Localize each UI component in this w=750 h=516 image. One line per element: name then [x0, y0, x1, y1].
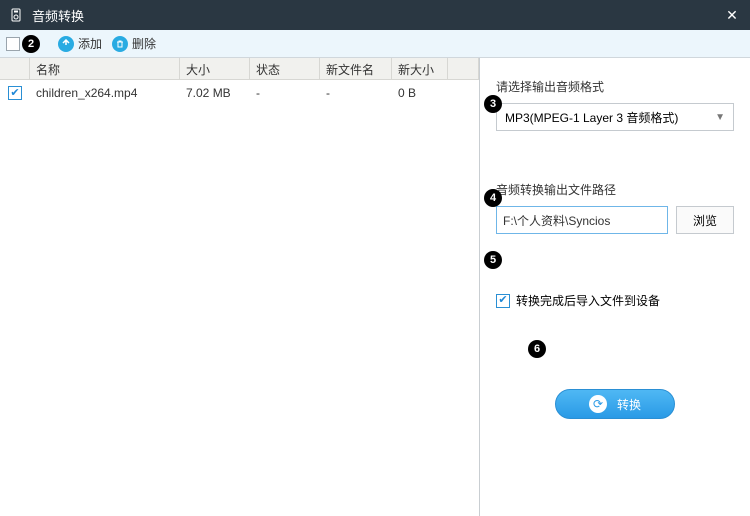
- header-newsize[interactable]: 新大小: [392, 58, 448, 79]
- convert-button[interactable]: ⟳ 转换: [555, 389, 675, 419]
- path-input[interactable]: F:\个人资料\Syncios: [496, 206, 668, 234]
- annotation-badge-6: 6: [528, 340, 546, 358]
- add-label: 添加: [78, 35, 102, 52]
- import-label: 转换完成后导入文件到设备: [516, 292, 660, 309]
- delete-button[interactable]: 删除: [112, 35, 156, 52]
- format-select[interactable]: MP3(MPEG-1 Layer 3 音频格式) ▼: [496, 103, 734, 131]
- titlebar: 音频转换 ✕: [0, 0, 750, 30]
- annotation-badge-5: 5: [484, 251, 502, 269]
- table-header: 名称 大小 状态 新文件名 新大小: [0, 58, 479, 80]
- refresh-icon: ⟳: [589, 395, 607, 413]
- cell-status: -: [250, 82, 320, 104]
- delete-label: 删除: [132, 35, 156, 52]
- close-button[interactable]: ✕: [722, 7, 742, 24]
- row-checkbox[interactable]: [8, 86, 22, 100]
- add-icon: [58, 36, 74, 52]
- format-value: MP3(MPEG-1 Layer 3 音频格式): [505, 109, 678, 126]
- cell-name: children_x264.mp4: [30, 82, 180, 104]
- window-title: 音频转换: [32, 6, 722, 25]
- browse-button[interactable]: 浏览: [676, 206, 734, 234]
- annotation-badge-3: 3: [484, 95, 502, 113]
- format-label: 请选择输出音频格式: [496, 78, 734, 95]
- header-status[interactable]: 状态: [250, 58, 320, 79]
- cell-newname: -: [320, 82, 392, 104]
- table-row[interactable]: children_x264.mp4 7.02 MB - - 0 B: [0, 80, 479, 106]
- header-newname[interactable]: 新文件名: [320, 58, 392, 79]
- header-name[interactable]: 名称: [30, 58, 180, 79]
- chevron-down-icon: ▼: [715, 112, 725, 123]
- convert-label: 转换: [617, 396, 641, 413]
- path-label: 音频转换输出文件路径: [496, 181, 734, 198]
- toolbar: 添加 删除: [0, 30, 750, 58]
- app-icon: [8, 7, 24, 23]
- annotation-badge-4: 4: [484, 189, 502, 207]
- annotation-badge-2: 2: [22, 35, 40, 53]
- settings-panel: 请选择输出音频格式 MP3(MPEG-1 Layer 3 音频格式) ▼ 音频转…: [480, 58, 750, 516]
- header-size[interactable]: 大小: [180, 58, 250, 79]
- import-checkbox[interactable]: [496, 294, 510, 308]
- select-all-checkbox[interactable]: [6, 37, 20, 51]
- cell-size: 7.02 MB: [180, 82, 250, 104]
- delete-icon: [112, 36, 128, 52]
- file-list-panel: 名称 大小 状态 新文件名 新大小 children_x264.mp4 7.02…: [0, 58, 480, 516]
- cell-newsize: 0 B: [392, 82, 448, 104]
- add-button[interactable]: 添加: [58, 35, 102, 52]
